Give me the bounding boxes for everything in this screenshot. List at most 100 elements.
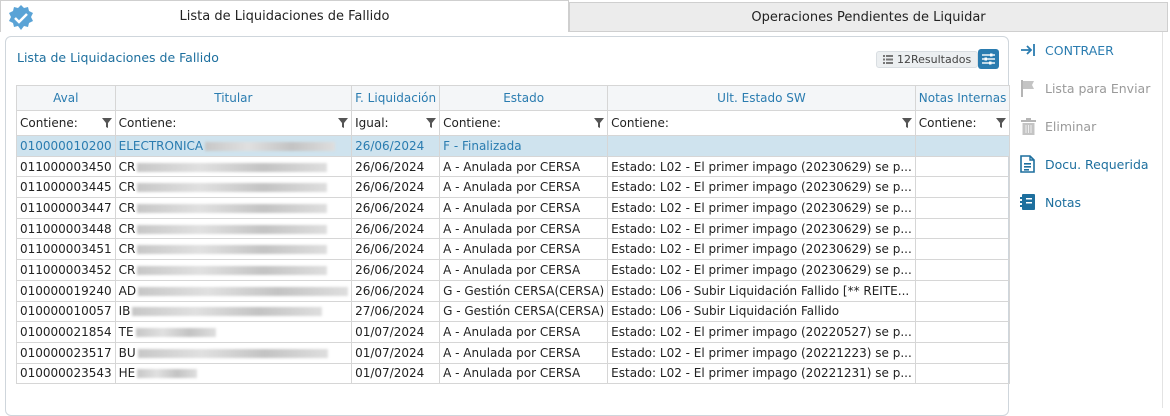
cell-ult-estado-sw-text: Estado: L06 - Subir Liquidación Fallido … [611,283,910,298]
redacted-text [137,265,328,275]
tab-bar: Lista de Liquidaciones de Fallido Operac… [0,0,1170,32]
filter-cell-estado[interactable]: Contiene: [439,110,609,136]
collapse-button[interactable]: CONTRAER [1018,40,1168,60]
table-row[interactable]: 011000003451 CR 26/06/2024 A - Anulada por … [16,238,1011,261]
cell-ult-estado-sw: Estado: L02 - El primer impago (20221223… [607,341,916,364]
cell-titular: ELECTRONICA [114,135,353,157]
cell-ult-estado-sw: Estado: L02 - El primer impago (20230629… [607,259,916,281]
cell-ult-estado-sw-text: Estado: L02 - El primer impago (20230629… [611,262,912,277]
redacted-text [135,328,216,338]
filter-icon[interactable] [101,118,112,128]
list-icon [883,55,893,64]
cell-ult-estado-sw-text: Estado: L02 - El primer impago (20230629… [611,159,912,174]
cell-aval: 010000010200 [16,135,116,157]
table-row[interactable]: 011000003447 CR 26/06/2024 A - Anulada por … [16,197,1011,219]
filter-icon[interactable] [338,118,349,128]
cell-fecha: 26/06/2024 [351,135,441,157]
cell-aval-text: 011000003452 [20,262,112,277]
cell-ult-estado-sw: Estado: L02 - El primer impago (20230629… [607,217,916,240]
cell-titular: CR [114,197,353,219]
redacted-text [137,162,328,172]
column-header-titular[interactable]: Titular [114,85,353,111]
notas-button[interactable]: Notas [1018,192,1168,212]
collapse-label: CONTRAER [1045,42,1114,58]
filter-icon[interactable] [594,118,605,128]
filter-label: Contiene: [443,116,501,130]
filter-icon[interactable] [426,118,437,128]
table-row[interactable]: 010000023543 HE 01/07/2024 A - Anulada por … [16,362,1011,385]
cell-titular-text: CR [118,200,136,215]
table-row[interactable]: 010000010057 IB 27/06/2024 G - Gestión CERS… [16,300,1011,323]
redacted-text [132,307,323,317]
table-body: 010000010200 ELECTRONICA 26/06/2024 F - Fin… [16,135,1011,385]
cell-fecha-text: 26/06/2024 [355,180,425,195]
cell-aval: 011000003452 [16,259,116,281]
cell-aval-text: 011000003445 [20,180,112,195]
cell-fecha-text: 01/07/2024 [355,345,425,360]
lista-para-enviar-button[interactable]: Lista para Enviar [1018,78,1168,98]
filter-icon[interactable] [901,118,912,128]
cell-fecha-text: 26/06/2024 [355,221,425,236]
column-header-aval[interactable]: Aval [16,85,116,111]
cell-notas-internas [914,362,1011,385]
table-row[interactable]: 010000021854 TE 01/07/2024 A - Anulada por … [16,321,1011,343]
notes-icon [1018,192,1038,212]
cell-estado-text: A - Anulada por CERSA [443,345,581,360]
cell-ult-estado-sw: Estado: L06 - Subir Liquidación Fallido [607,300,916,323]
tab-lista-liquidaciones[interactable]: Lista de Liquidaciones de Fallido [0,0,569,32]
cell-titular-text: TE [118,325,134,340]
cell-titular: HE [114,362,353,385]
cell-titular: CR [114,155,353,178]
table-row[interactable]: 010000010200 ELECTRONICA 26/06/2024 F - Fin… [16,135,1011,157]
cell-fecha: 26/06/2024 [351,259,441,281]
cell-estado: G - Gestión CERSA(CERSA) [439,279,609,302]
cell-titular-text: CR [118,221,136,236]
cell-aval: 011000003451 [16,238,116,261]
cell-titular-text: CR [118,159,136,174]
filter-icon[interactable] [996,118,1007,128]
table-row[interactable]: 011000003452 CR 26/06/2024 A - Anulada por … [16,259,1011,281]
cell-notas-internas [914,300,1011,323]
eliminar-button[interactable]: Eliminar [1018,116,1168,136]
cell-titular-text: ELECTRONICA [118,138,204,153]
redacted-text [138,286,349,296]
column-header-notas-internas[interactable]: Notas Internas [914,85,1011,111]
cell-estado-text: G - Gestión CERSA(CERSA) [443,304,605,319]
tab-operaciones-pendientes[interactable]: Operaciones Pendientes de Liquidar [569,2,1168,32]
filter-label: Contiene: [611,116,669,130]
table-row[interactable]: 011000003448 CR 26/06/2024 A - Anulada por … [16,217,1011,240]
table-row[interactable]: 011000003450 CR 26/06/2024 A - Anulada por … [16,155,1011,178]
cell-titular-text: HE [118,366,136,381]
docu-requerida-button[interactable]: Docu. Requerida [1018,154,1168,174]
table-header-row: Aval Titular F. Liquidación Estado Ult. … [16,85,1011,111]
cell-estado-text: A - Anulada por CERSA [443,325,581,340]
table-row[interactable]: 010000023517 BU 01/07/2024 A - Anulada por … [16,341,1011,364]
table-row[interactable]: 010000019240 AD 26/06/2024 G - Gestión CERS… [16,279,1011,302]
column-header-ult-estado-sw[interactable]: Ult. Estado SW [607,85,916,111]
filter-cell-notas-internas[interactable]: Contiene: [914,110,1011,136]
cell-ult-estado-sw-text: Estado: L02 - El primer impago (20220527… [611,325,912,340]
filter-cell-titular[interactable]: Contiene: [114,110,353,136]
cell-fecha: 26/06/2024 [351,197,441,219]
filter-cell-aval[interactable]: Contiene: [16,110,116,136]
cell-estado-text: A - Anulada por CERSA [443,200,581,215]
column-header-estado[interactable]: Estado [439,85,609,111]
verified-badge-icon [9,5,33,30]
cell-titular-text: IB [118,304,131,319]
cell-notas-internas [914,259,1011,281]
redacted-text [137,183,328,193]
cell-estado-text: A - Anulada por CERSA [443,242,581,257]
cell-ult-estado-sw: Estado: L02 - El primer impago (20221231… [607,362,916,385]
filter-label: Contiene: [918,116,977,130]
column-header-fecha[interactable]: F. Liquidación [351,85,441,111]
cell-estado: A - Anulada por CERSA [439,238,609,261]
cell-aval-text: 010000023517 [20,345,112,360]
filter-settings-button[interactable] [978,49,999,69]
cell-estado: F - Finalizada [439,135,609,157]
table-row[interactable]: 011000003445 CR 26/06/2024 A - Anulada por … [16,176,1011,199]
cell-fecha-text: 26/06/2024 [355,283,425,298]
vertical-scrollbar[interactable] [1162,32,1169,408]
filter-cell-ult-estado-sw[interactable]: Contiene: [607,110,916,136]
filter-cell-fecha[interactable]: Igual: [351,110,441,136]
redacted-text [137,348,328,358]
